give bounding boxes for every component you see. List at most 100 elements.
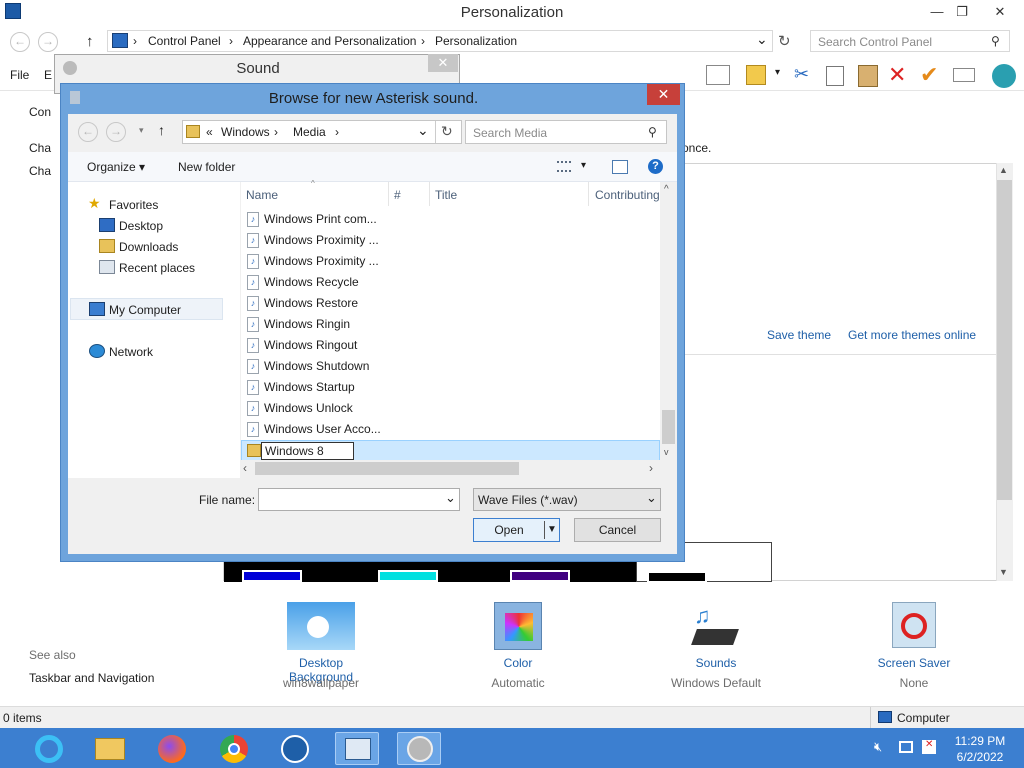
file-list-horizontal-scrollbar[interactable]: ‹ › xyxy=(241,460,660,477)
help-icon[interactable]: ? xyxy=(648,159,663,174)
theme-thumbnail[interactable] xyxy=(364,562,502,582)
address-bar[interactable]: › Control Panel › Appearance and Persona… xyxy=(107,30,773,52)
firefox-icon[interactable] xyxy=(150,732,194,765)
preview-pane-icon[interactable] xyxy=(612,160,628,174)
nav-desktop[interactable]: Desktop xyxy=(68,215,240,236)
cloud-app-icon[interactable] xyxy=(273,732,317,765)
nav-network[interactable]: Network xyxy=(68,341,240,362)
up-button[interactable]: ↑ xyxy=(86,33,94,50)
internet-explorer-icon[interactable] xyxy=(27,732,71,765)
network-tray-icon[interactable] xyxy=(899,741,913,753)
rename-icon[interactable] xyxy=(953,68,975,82)
menu-file[interactable]: File xyxy=(10,68,29,82)
left-link-partial[interactable]: Cha xyxy=(29,141,51,155)
nav-recent-places[interactable]: Recent places xyxy=(68,257,240,278)
nav-my-computer[interactable]: My Computer xyxy=(68,299,240,320)
file-type-select[interactable]: Wave Files (*.wav) ⌄ xyxy=(473,488,661,511)
refresh-button[interactable]: ↻ xyxy=(441,123,453,140)
left-link-partial[interactable]: Con xyxy=(29,105,51,119)
file-row[interactable]: ♪ Windows Ringin xyxy=(241,314,660,335)
restore-button[interactable]: ❐ xyxy=(947,2,977,22)
chevron-down-icon[interactable]: ⌄ xyxy=(445,490,456,506)
folder-name-edit-input[interactable]: Windows 8 xyxy=(261,442,354,460)
paste-icon[interactable] xyxy=(858,65,878,87)
color-link[interactable]: Color xyxy=(478,656,558,670)
nav-downloads[interactable]: Downloads xyxy=(68,236,240,257)
properties-icon[interactable] xyxy=(746,65,766,85)
back-button[interactable]: ← xyxy=(78,122,98,142)
search-media-input[interactable]: Search Media ⚲ xyxy=(465,120,667,144)
new-folder-row[interactable]: Windows 8 xyxy=(241,440,660,461)
scroll-left-icon[interactable]: ‹ xyxy=(243,461,247,475)
color-icon[interactable] xyxy=(494,602,542,650)
browse-address-bar[interactable]: « Windows › Media › ⌄ ↻ xyxy=(182,120,462,144)
theme-thumbnail[interactable] xyxy=(502,562,636,582)
theme-thumbnail[interactable] xyxy=(224,562,364,582)
column-contributing[interactable]: Contributing xyxy=(595,188,660,202)
layout-icon[interactable] xyxy=(706,65,730,85)
column-number[interactable]: # xyxy=(394,188,401,202)
file-row[interactable]: ♪ Windows Ringout xyxy=(241,335,660,356)
sounds-link[interactable]: Sounds xyxy=(676,656,756,670)
file-row[interactable]: ♪ Windows User Acco... xyxy=(241,419,660,440)
scrollbar-thumb[interactable] xyxy=(662,410,675,444)
address-dropdown-icon[interactable]: ⌄ xyxy=(417,122,429,139)
chrome-icon[interactable] xyxy=(212,732,256,765)
save-theme-link[interactable]: Save theme xyxy=(767,328,831,342)
control-panel-taskbar-icon[interactable] xyxy=(335,732,379,765)
close-button[interactable]: ✕ xyxy=(985,2,1015,22)
taskbar-clock[interactable]: 11:29 PM 6/2/2022 xyxy=(942,733,1018,765)
cancel-button[interactable]: Cancel xyxy=(574,518,661,542)
screen-saver-icon[interactable] xyxy=(892,602,936,648)
new-folder-button[interactable]: New folder xyxy=(178,160,235,174)
open-options-dropdown[interactable]: ▼ xyxy=(547,519,557,541)
file-row[interactable]: ♪ Windows Restore xyxy=(241,293,660,314)
left-link-partial[interactable]: Cha xyxy=(29,164,51,178)
sound-close-button[interactable]: ✕ xyxy=(428,54,458,72)
breadcrumb-personalization[interactable]: Personalization xyxy=(435,34,517,48)
volume-muted-icon[interactable]: 🔇︎ xyxy=(874,739,882,755)
file-row[interactable]: ♪ Windows Recycle xyxy=(241,272,660,293)
scroll-up-icon[interactable]: ^ xyxy=(664,184,669,195)
scroll-up-icon[interactable]: ▲ xyxy=(999,165,1008,175)
up-button[interactable]: ↑ xyxy=(158,122,165,138)
chevron-down-icon[interactable]: ▾ xyxy=(139,125,144,136)
column-name[interactable]: Name xyxy=(246,188,278,202)
breadcrumb-appearance[interactable]: Appearance and Personalization xyxy=(243,34,416,48)
forward-button[interactable]: → xyxy=(106,122,126,142)
taskbar-navigation-link[interactable]: Taskbar and Navigation xyxy=(29,671,154,685)
file-row[interactable]: ♪ Windows Print com... xyxy=(241,209,660,230)
sound-taskbar-icon[interactable] xyxy=(397,732,441,765)
breadcrumb-overflow[interactable]: « xyxy=(206,125,213,139)
organize-button[interactable]: Organize ▾ xyxy=(87,160,145,174)
chevron-down-icon[interactable]: ▾ xyxy=(775,67,780,78)
scroll-down-icon[interactable]: ▼ xyxy=(999,567,1008,577)
open-button[interactable]: Open ▼ xyxy=(473,518,560,542)
browse-close-button[interactable]: ✕ xyxy=(647,84,680,105)
menu-edit[interactable]: E xyxy=(44,68,52,82)
back-button[interactable]: ← xyxy=(10,32,30,52)
breadcrumb-media[interactable]: Media xyxy=(293,125,326,139)
globe-icon[interactable] xyxy=(992,64,1016,88)
breadcrumb-windows[interactable]: Windows xyxy=(221,125,270,139)
delete-icon[interactable]: ✕ xyxy=(888,62,906,88)
nav-favorites[interactable]: ★ Favorites xyxy=(68,194,240,215)
file-name-input[interactable]: ⌄ xyxy=(258,488,460,511)
screen-saver-link[interactable]: Screen Saver xyxy=(864,656,964,670)
copy-icon[interactable] xyxy=(826,66,844,86)
scroll-down-icon[interactable]: v xyxy=(664,447,669,457)
chevron-down-icon[interactable]: ⌄ xyxy=(646,490,657,506)
file-list-vertical-scrollbar[interactable]: ^ v xyxy=(660,182,677,460)
file-row[interactable]: ♪ Windows Proximity ... xyxy=(241,251,660,272)
get-more-themes-link[interactable]: Get more themes online xyxy=(848,328,976,342)
cut-icon[interactable]: ✂ xyxy=(794,64,809,85)
file-list[interactable]: ^ Name # Title Contributing ♪ Windows Pri… xyxy=(241,179,660,477)
scroll-right-icon[interactable]: › xyxy=(649,461,653,475)
column-title[interactable]: Title xyxy=(435,188,457,202)
breadcrumb-control-panel[interactable]: Control Panel xyxy=(148,34,221,48)
view-options-icon[interactable] xyxy=(557,161,571,172)
file-explorer-icon[interactable] xyxy=(88,732,132,765)
search-control-panel-input[interactable]: Search Control Panel ⚲ xyxy=(810,30,1010,52)
desktop-background-icon[interactable] xyxy=(287,602,355,650)
scrollbar-thumb[interactable] xyxy=(255,462,519,475)
